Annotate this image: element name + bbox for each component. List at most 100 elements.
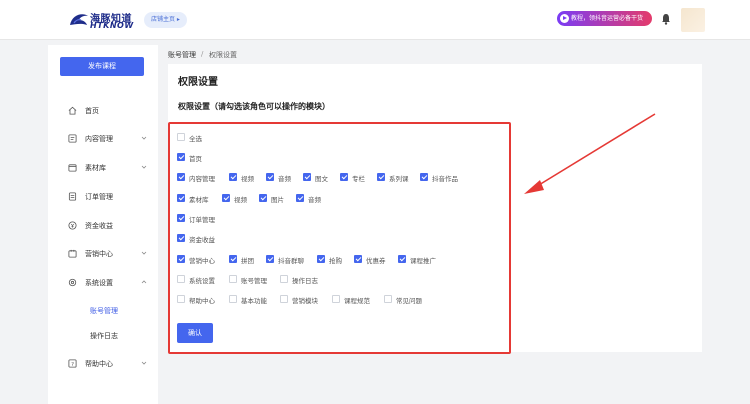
- chevron-down-icon: [141, 136, 147, 140]
- breadcrumb-current: 权限设置: [209, 51, 237, 59]
- permission-checkbox[interactable]: [384, 295, 392, 303]
- permission-checkbox[interactable]: [303, 173, 311, 181]
- promo-banner[interactable]: 教程，领抖音运营必备干货: [557, 11, 652, 26]
- permission-label: 首页: [189, 155, 202, 163]
- permission-label: 课程推广: [410, 257, 436, 265]
- permission-checkbox[interactable]: [177, 194, 185, 202]
- permission-label: 课程规范: [344, 297, 370, 305]
- sidebar-item-home[interactable]: 首页: [48, 103, 158, 119]
- select-all-label: 全选: [189, 135, 202, 143]
- sidebar-item-label: 帮助中心: [85, 360, 113, 368]
- breadcrumb-parent[interactable]: 账号管理: [168, 50, 196, 60]
- user-avatar[interactable]: [681, 8, 705, 32]
- permission-checkbox[interactable]: [420, 173, 428, 181]
- permission-label: 视频: [241, 175, 254, 183]
- chevron-down-icon: [141, 165, 147, 169]
- sidebar-item-label: 营销中心: [85, 250, 113, 258]
- confirm-button[interactable]: 确认: [177, 323, 213, 343]
- permission-checkbox[interactable]: [177, 275, 185, 283]
- permission-label: 素材库: [189, 196, 209, 204]
- sidebar-item-orders[interactable]: 订单管理: [48, 189, 158, 205]
- permission-label: 拼团: [241, 257, 254, 265]
- top-header: 海豚知道 HTKNOW 店铺主页 ▸ 教程，领抖音运营必备干货: [0, 0, 750, 40]
- permission-label: 订单管理: [189, 216, 215, 224]
- logo-text-en: HTKNOW: [90, 21, 134, 30]
- sidebar-item-marketing[interactable]: 营销中心: [48, 246, 158, 262]
- permission-label: 营销中心: [189, 257, 215, 265]
- permission-checkbox[interactable]: [177, 153, 185, 161]
- promo-text: 教程，领抖音运营必备干货: [571, 15, 644, 22]
- order-icon: [68, 192, 77, 201]
- permission-label: 音频: [308, 196, 321, 204]
- sidebar-subitem-account[interactable]: 账号管理: [90, 306, 118, 316]
- chevron-down-icon: [141, 361, 147, 365]
- permission-checkbox[interactable]: [229, 295, 237, 303]
- permission-checkbox[interactable]: [229, 173, 237, 181]
- permission-label: 音频: [278, 175, 291, 183]
- sidebar-item-revenue[interactable]: 资金收益: [48, 218, 158, 234]
- sidebar-item-content[interactable]: 内容管理: [48, 131, 158, 147]
- permission-checkbox[interactable]: [177, 173, 185, 181]
- permission-checkbox[interactable]: [377, 173, 385, 181]
- sidebar-item-label: 内容管理: [85, 135, 113, 143]
- permission-checkbox[interactable]: [259, 194, 267, 202]
- permission-label: 基本功能: [241, 297, 267, 305]
- permission-label: 资金收益: [189, 236, 215, 244]
- sidebar-item-settings[interactable]: 系统设置: [48, 275, 158, 291]
- permission-label: 营销模块: [292, 297, 318, 305]
- permission-label: 系列课: [389, 175, 409, 183]
- permission-label: 系统设置: [189, 277, 215, 285]
- permission-label: 视频: [234, 196, 247, 204]
- permission-label: 抖音作品: [432, 175, 458, 183]
- permission-checkbox[interactable]: [296, 194, 304, 202]
- gear-icon: [68, 278, 77, 287]
- permissions-highlight-box: [168, 122, 511, 354]
- permission-label: 专栏: [352, 175, 365, 183]
- annotation-arrow: [524, 113, 656, 194]
- logo[interactable]: 海豚知道 HTKNOW: [68, 9, 134, 33]
- publish-course-button[interactable]: 发布课程: [60, 57, 144, 76]
- svg-text:?: ?: [71, 362, 74, 368]
- play-icon: [560, 14, 569, 23]
- sidebar-item-help[interactable]: ? 帮助中心: [48, 356, 158, 372]
- permission-label: 抖音群聊: [278, 257, 304, 265]
- permission-checkbox[interactable]: [229, 255, 237, 263]
- permission-label: 账号管理: [241, 277, 267, 285]
- permission-checkbox[interactable]: [229, 275, 237, 283]
- select-all-checkbox[interactable]: [177, 133, 185, 141]
- sidebar-item-label: 订单管理: [85, 193, 113, 201]
- sidebar-subitem-log[interactable]: 操作日志: [90, 331, 118, 341]
- breadcrumb-separator: /: [201, 50, 204, 58]
- permission-checkbox[interactable]: [354, 255, 362, 263]
- bell-icon[interactable]: [661, 13, 671, 25]
- permission-checkbox[interactable]: [222, 194, 230, 202]
- permission-label: 常见问题: [396, 297, 422, 305]
- permission-checkbox[interactable]: [266, 173, 274, 181]
- material-icon: [68, 164, 77, 172]
- help-icon: ?: [68, 359, 77, 368]
- permission-checkbox[interactable]: [177, 255, 185, 263]
- section-title: 权限设置（请勾选该角色可以操作的模块）: [178, 102, 330, 111]
- permission-checkbox[interactable]: [177, 234, 185, 242]
- permission-checkbox[interactable]: [398, 255, 406, 263]
- permission-checkbox[interactable]: [266, 255, 274, 263]
- permission-checkbox[interactable]: [280, 275, 288, 283]
- permission-checkbox[interactable]: [332, 295, 340, 303]
- permission-label: 帮助中心: [189, 297, 215, 305]
- money-icon: [68, 221, 77, 230]
- permission-label: 操作日志: [292, 277, 318, 285]
- permission-checkbox[interactable]: [340, 173, 348, 181]
- permission-checkbox[interactable]: [280, 295, 288, 303]
- sidebar-item-material[interactable]: 素材库: [48, 160, 158, 176]
- sidebar-item-label: 素材库: [85, 164, 106, 172]
- permission-checkbox[interactable]: [177, 214, 185, 222]
- permission-label: 优惠券: [366, 257, 386, 265]
- permission-checkbox[interactable]: [317, 255, 325, 263]
- chevron-up-icon: [141, 280, 147, 284]
- main-panel: 权限设置 权限设置（请勾选该角色可以操作的模块）: [168, 64, 702, 354]
- permission-label: 内容管理: [189, 175, 215, 183]
- store-home-button[interactable]: 店铺主页 ▸: [144, 12, 187, 28]
- breadcrumb: 账号管理 / 权限设置: [168, 45, 708, 63]
- chevron-down-icon: [141, 251, 147, 255]
- permission-checkbox[interactable]: [177, 295, 185, 303]
